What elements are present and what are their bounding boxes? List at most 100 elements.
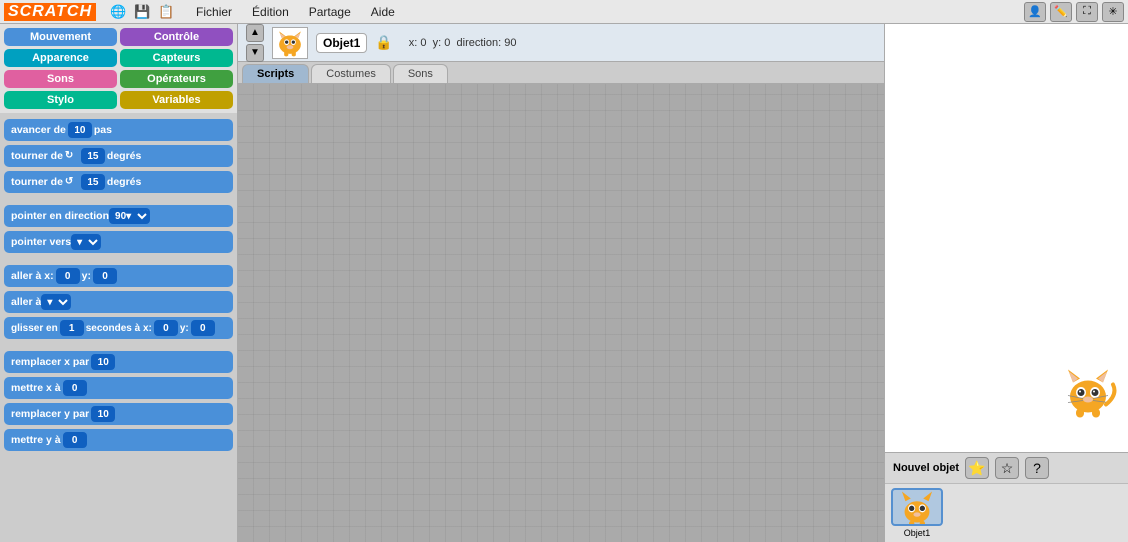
app-logo: SCRATCH [4,3,96,21]
block-pointer-vers[interactable]: pointer vers ▾ [4,231,233,253]
cat-controle[interactable]: Contrôle [120,28,233,46]
toolbar-icons: 🌐 💾 📋 [108,3,176,21]
copy-icon[interactable]: 📋 [156,3,176,21]
nav-up-btn[interactable]: ▲ [246,24,264,42]
rotate-right-icon: ↻ [65,150,77,162]
user-icon[interactable]: 👤 [1024,2,1046,22]
category-buttons: Mouvement Contrôle Apparence Capteurs So… [0,24,237,113]
block-remplacer-y-value[interactable] [91,406,115,422]
block-avancer-label: avancer de [11,124,66,136]
block-avancer-suffix: pas [94,124,112,136]
cat-mouvement[interactable]: Mouvement [4,28,117,46]
menu-aide[interactable]: Aide [367,3,399,21]
blocks-list: avancer de pas tourner de ↻ degrés tourn… [0,113,237,542]
cat-capteurs[interactable]: Capteurs [120,49,233,67]
block-aller-xy-x[interactable] [56,268,80,284]
block-mettre-x-label: mettre x à [11,382,61,394]
block-glisser-secs[interactable] [60,320,84,336]
menu-items: Fichier Édition Partage Aide [192,3,399,21]
block-avancer[interactable]: avancer de pas [4,119,233,141]
cat-stylo[interactable]: Stylo [4,91,117,109]
block-glisser-y[interactable] [191,320,215,336]
block-remplacer-x[interactable]: remplacer x par [4,351,233,373]
block-remplacer-y-label: remplacer y par [11,408,89,420]
block-aller-a[interactable]: aller à ▾ [4,291,233,313]
block-tourner-gauche-suffix: degrés [107,176,141,188]
block-tourner-gauche[interactable]: tourner de ↺ degrés [4,171,233,193]
block-pointer-direction-label: pointer en direction [11,210,109,222]
block-aller-a-label: aller à [11,296,41,308]
block-aller-xy[interactable]: aller à x: y: [4,265,233,287]
center-panel: ▲ ▼ [238,24,884,542]
tab-costumes[interactable]: Costumes [311,64,391,83]
right-icons: 👤 ✏️ ⛶ ✳ [1024,2,1124,22]
turbo-icon[interactable]: ✳ [1102,2,1124,22]
block-tourner-droite[interactable]: tourner de ↻ degrés [4,145,233,167]
block-tourner-droite-value[interactable] [81,148,105,164]
new-sprite-bar: Nouvel objet ⭐ ☆ ? [885,453,1128,484]
cat-operateurs[interactable]: Opérateurs [120,70,233,88]
save-icon[interactable]: 💾 [132,3,152,21]
sprite-thumbnail [272,27,308,59]
block-remplacer-x-value[interactable] [91,354,115,370]
block-mettre-y[interactable]: mettre y à [4,429,233,451]
sprite-thumb-item-objet1[interactable]: Objet1 [889,488,945,538]
block-mettre-x-value[interactable] [63,380,87,396]
block-tourner-droite-label: tourner de [11,150,63,162]
tab-sons[interactable]: Sons [393,64,448,83]
globe-icon[interactable]: 🌐 [108,3,128,21]
sprite-name-input[interactable]: Objet1 [316,33,367,53]
menubar: SCRATCH 🌐 💾 📋 Fichier Édition Partage Ai… [0,0,1128,24]
block-pointer-direction[interactable]: pointer en direction 90▾ 0 -90 180 [4,205,233,227]
fullscreen-icon[interactable]: ⛶ [1076,2,1098,22]
block-mettre-y-value[interactable] [63,432,87,448]
block-aller-xy-label: aller à x: [11,270,54,282]
sprite-thumb-img-objet1 [891,488,943,526]
block-tourner-droite-suffix: degrés [107,150,141,162]
nav-down-btn[interactable]: ▼ [246,44,264,62]
cat-apparence[interactable]: Apparence [4,49,117,67]
new-sprite-paint-btn[interactable]: ⭐ [965,457,989,479]
main-layout: Mouvement Contrôle Apparence Capteurs So… [0,24,1128,542]
menu-partage[interactable]: Partage [305,3,355,21]
block-remplacer-x-label: remplacer x par [11,356,89,368]
block-pointer-vers-label: pointer vers [11,236,71,248]
stage-canvas [885,24,1128,452]
block-pointer-vers-dropdown[interactable]: ▾ [71,234,101,250]
block-glisser-label: glisser en [11,323,58,334]
block-aller-a-dropdown[interactable]: ▾ [41,294,71,310]
sprite-thumb-label-objet1: Objet1 [904,528,931,538]
block-aller-xy-y[interactable] [93,268,117,284]
menu-edition[interactable]: Édition [248,3,293,21]
tab-scripts[interactable]: Scripts [242,64,309,83]
block-avancer-value[interactable] [68,122,92,138]
lock-icon: 🔒 [375,34,392,51]
script-area[interactable] [238,84,884,542]
block-pointer-direction-dropdown[interactable]: 90▾ 0 -90 180 [109,208,150,224]
sprite-panel-bottom: Nouvel objet ⭐ ☆ ? [885,452,1128,542]
cat-sons[interactable]: Sons [4,70,117,88]
sprites-row: Objet1 [885,484,1128,542]
block-aller-xy-mid: y: [82,270,91,282]
rotate-left-icon: ↺ [65,176,77,188]
sprite-cat-thumb-icon [893,488,941,526]
block-glisser-y-label: y: [180,323,189,334]
block-glisser[interactable]: glisser en secondes à x: y: [4,317,233,339]
block-glisser-mid: secondes à x: [86,323,152,334]
new-sprite-star-btn[interactable]: ☆ [995,457,1019,479]
new-sprite-label: Nouvel objet [893,462,959,474]
script-tabs: Scripts Costumes Sons [238,62,884,84]
menu-fichier[interactable]: Fichier [192,3,236,21]
block-tourner-gauche-label: tourner de [11,176,63,188]
stage-panel: Nouvel objet ⭐ ☆ ? [884,24,1128,542]
block-glisser-x[interactable] [154,320,178,336]
sprite-coords: x: 0 y: 0 direction: 90 [409,37,517,49]
sprite-header: ▲ ▼ [238,24,884,62]
stage-sprite-cat [1058,362,1118,422]
cat-variables[interactable]: Variables [120,91,233,109]
edit-icon[interactable]: ✏️ [1050,2,1072,22]
block-tourner-gauche-value[interactable] [81,174,105,190]
block-mettre-x[interactable]: mettre x à [4,377,233,399]
new-sprite-help-btn[interactable]: ? [1025,457,1049,479]
block-remplacer-y[interactable]: remplacer y par [4,403,233,425]
